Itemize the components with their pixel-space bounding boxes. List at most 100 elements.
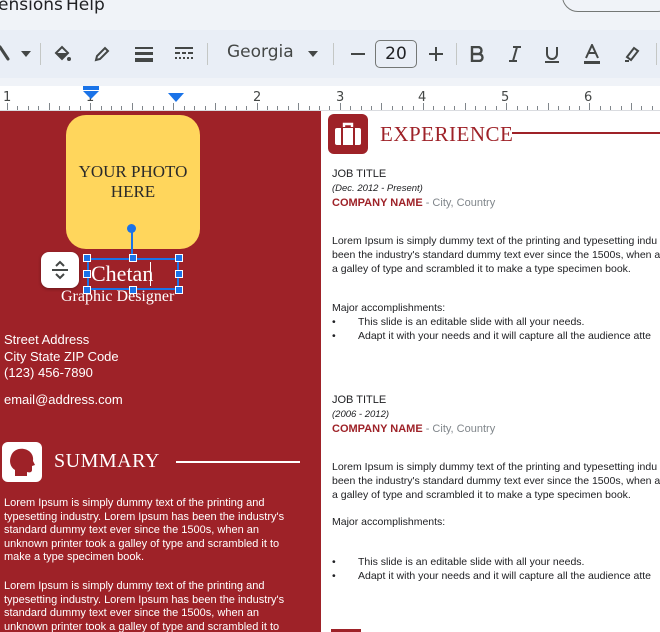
toolbar-divider bbox=[456, 43, 457, 65]
font-family-select[interactable]: Georgia bbox=[227, 42, 294, 62]
ruler-tick bbox=[205, 106, 206, 110]
company-line[interactable]: COMPANY NAME - City, Country bbox=[332, 423, 495, 435]
underline-icon[interactable] bbox=[541, 30, 563, 78]
increase-font-size-icon[interactable] bbox=[425, 30, 447, 78]
summary-paragraph[interactable]: Lorem Ipsum is simply dummy text of the … bbox=[4, 497, 304, 565]
ruler-tick bbox=[433, 106, 434, 110]
border-weight-icon[interactable] bbox=[131, 30, 157, 78]
ruler-tick bbox=[350, 106, 351, 110]
job-title[interactable]: JOB TITLE bbox=[332, 168, 386, 180]
ruler-tick bbox=[454, 106, 455, 110]
ruler-tick bbox=[257, 103, 258, 110]
ruler-tick bbox=[69, 106, 70, 110]
experience-heading[interactable]: EXPERIENCE bbox=[380, 122, 513, 147]
paint-format-icon[interactable] bbox=[0, 30, 14, 78]
accomplishment-bullet[interactable]: • This slide is an editable slide with al… bbox=[332, 556, 584, 568]
ruler-tick bbox=[371, 106, 372, 110]
bullet-text: This slide is an editable slide with all… bbox=[358, 556, 585, 568]
border-color-icon[interactable] bbox=[90, 30, 114, 78]
ruler-tick bbox=[361, 106, 362, 110]
toolbar-divider bbox=[40, 43, 41, 65]
vertical-align-button[interactable] bbox=[41, 252, 79, 288]
ruler-tick bbox=[329, 106, 330, 110]
ruler-tick bbox=[17, 106, 18, 110]
menu-help[interactable]: Help bbox=[66, 0, 105, 15]
city-state-zip[interactable]: City State ZIP Code bbox=[4, 349, 119, 364]
ruler-tick bbox=[641, 106, 642, 110]
job-title[interactable]: JOB TITLE bbox=[332, 394, 386, 406]
street-address[interactable]: Street Address bbox=[4, 332, 89, 347]
summary-line: standard dummy text ever since the 1500s… bbox=[4, 607, 259, 620]
resize-handle[interactable] bbox=[83, 254, 91, 262]
ruler-tick bbox=[80, 106, 81, 110]
fill-color-icon[interactable] bbox=[50, 30, 74, 78]
summary-line: Lorem Ipsum is simply dummy text of the … bbox=[4, 580, 265, 592]
ruler-tick bbox=[465, 103, 466, 110]
resize-handle[interactable] bbox=[129, 254, 137, 262]
candidate-role[interactable]: Graphic Designer bbox=[61, 288, 174, 306]
ruler-tick bbox=[392, 106, 393, 110]
ruler-tick bbox=[132, 103, 133, 110]
border-dash-icon[interactable] bbox=[171, 30, 197, 78]
font-size-input[interactable]: 20 bbox=[375, 40, 417, 68]
font-dropdown-chevron-icon[interactable] bbox=[305, 30, 321, 78]
rotate-handle[interactable] bbox=[127, 224, 136, 233]
description-line: been the industry's standard dummy text … bbox=[332, 474, 660, 487]
highlight-color-icon[interactable] bbox=[621, 30, 643, 78]
italic-icon[interactable] bbox=[504, 30, 526, 78]
description-line: Lorem Ipsum is simply dummy text of the … bbox=[332, 235, 658, 247]
ruler-tick bbox=[59, 106, 60, 110]
menu-extensions[interactable]: ensions bbox=[0, 0, 63, 15]
chevron-down-icon[interactable] bbox=[18, 30, 34, 78]
text-color-icon[interactable] bbox=[581, 30, 603, 78]
job-description[interactable]: Lorem Ipsum is simply dummy text of the … bbox=[332, 461, 660, 502]
accomplishments-label[interactable]: Major accomplishments: bbox=[332, 516, 445, 530]
decrease-font-size-icon[interactable] bbox=[347, 30, 369, 78]
accomplishment-bullet[interactable]: • Adapt it with your needs and it will ca… bbox=[332, 330, 651, 342]
ruler-tick bbox=[225, 106, 226, 110]
ruler-tick bbox=[38, 106, 39, 110]
resize-handle[interactable] bbox=[175, 270, 183, 278]
ruler-tick bbox=[246, 106, 247, 110]
email-address[interactable]: email@address.com bbox=[4, 392, 123, 407]
account-pill[interactable] bbox=[562, 0, 660, 12]
ruler-tick bbox=[413, 106, 414, 110]
summary-line: Lorem Ipsum is simply dummy text of the … bbox=[4, 497, 265, 509]
summary-line: make a type specimen book. bbox=[4, 551, 145, 564]
summary-heading[interactable]: SUMMARY bbox=[54, 450, 160, 473]
company-name: COMPANY NAME bbox=[332, 197, 423, 209]
ruler-tick bbox=[506, 103, 507, 110]
resize-handle[interactable] bbox=[83, 270, 91, 278]
summary-line: unknown printer took a galley of type an… bbox=[4, 537, 280, 550]
ruler-tick bbox=[548, 103, 549, 110]
company-location: - City, Country bbox=[422, 423, 496, 435]
ruler-tick bbox=[236, 106, 237, 110]
resize-handle[interactable] bbox=[175, 254, 183, 262]
right-indent-marker-icon[interactable] bbox=[168, 90, 184, 108]
photo-label-line1: YOUR PHOTO bbox=[78, 162, 188, 181]
resize-handle[interactable] bbox=[175, 286, 183, 294]
company-line[interactable]: COMPANY NAME - City, Country bbox=[332, 197, 495, 209]
ruler-tick bbox=[194, 106, 195, 110]
accomplishment-bullet[interactable]: • This slide is an editable slide with al… bbox=[332, 316, 584, 328]
left-indent-marker-icon[interactable] bbox=[83, 86, 99, 105]
summary-paragraph[interactable]: Lorem Ipsum is simply dummy text of the … bbox=[4, 580, 304, 632]
phone-number[interactable]: (123) 456-7890 bbox=[4, 365, 93, 380]
bold-icon[interactable] bbox=[466, 30, 488, 78]
ruler-tick bbox=[153, 106, 154, 110]
accomplishments-label[interactable]: Major accomplishments: bbox=[332, 302, 445, 316]
job-description[interactable]: Lorem Ipsum is simply dummy text of the … bbox=[332, 235, 660, 276]
job-dates[interactable]: (Dec. 2012 - Present) bbox=[332, 183, 423, 194]
photo-label-line2: HERE bbox=[110, 182, 156, 201]
accomplishment-bullet[interactable]: • Adapt it with your needs and it will ca… bbox=[332, 570, 651, 582]
bullet-text: Adapt it with your needs and it will cap… bbox=[358, 330, 652, 342]
ruler-tick bbox=[621, 106, 622, 110]
job-dates[interactable]: (2006 - 2012) bbox=[332, 409, 389, 420]
ruler-tick bbox=[537, 106, 538, 110]
ruler-tick bbox=[163, 106, 164, 110]
experience-column: EXPERIENCE JOB TITLE (Dec. 2012 - Presen… bbox=[321, 111, 660, 632]
ruler-tick bbox=[423, 103, 424, 110]
toolbar: Georgia 20 bbox=[0, 30, 660, 78]
ruler-tick bbox=[610, 106, 611, 110]
ruler-tick bbox=[121, 106, 122, 110]
